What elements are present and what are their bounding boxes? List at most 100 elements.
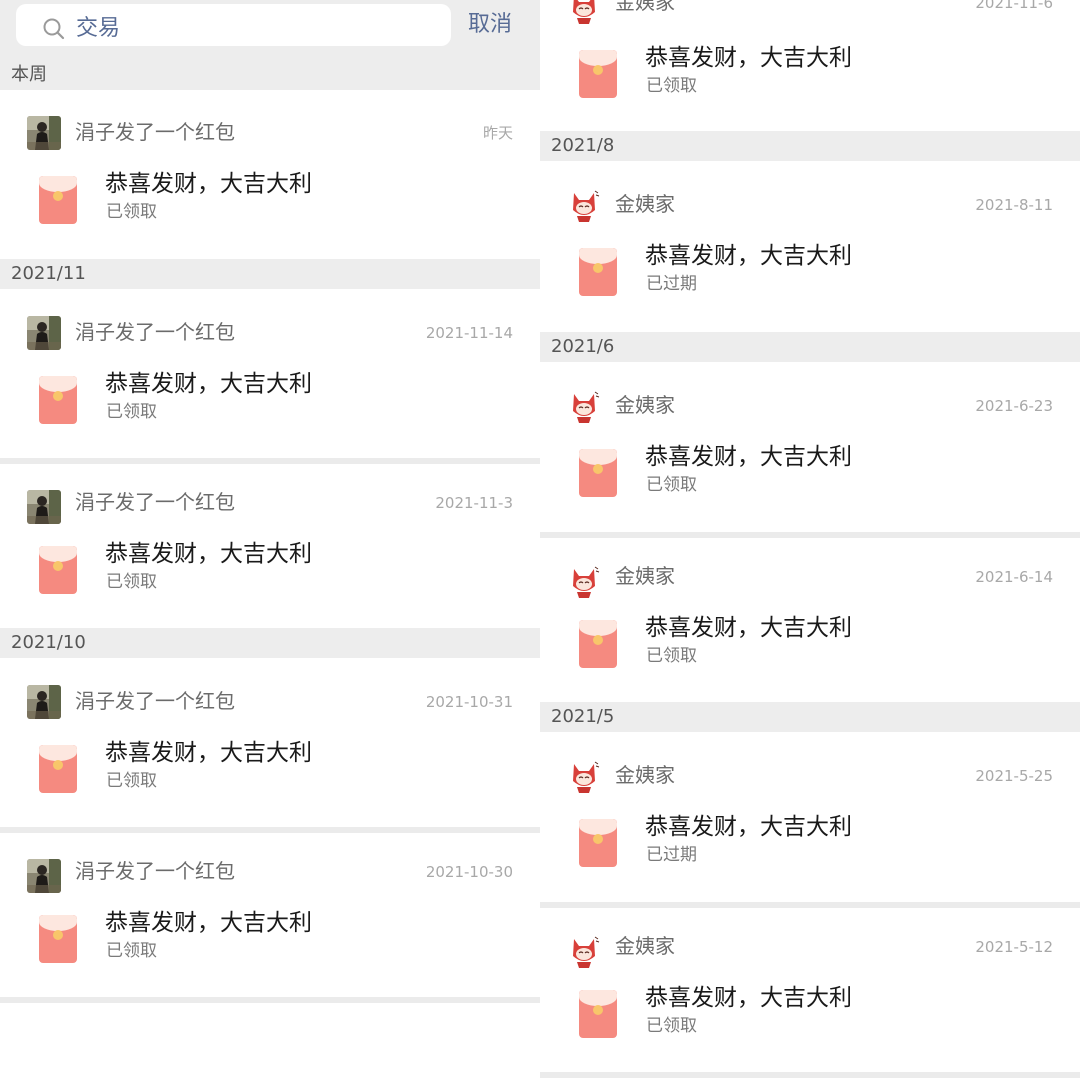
packet-message: 恭喜发财，大吉大利 [105, 541, 312, 567]
list-item[interactable]: 金姨家 2021-6-14 恭喜发财，大吉大利 已领取 [540, 538, 1080, 705]
packet-message: 恭喜发财，大吉大利 [105, 910, 312, 936]
sender-name: 金姨家 [615, 564, 675, 588]
avatar [567, 389, 601, 423]
packet-message: 恭喜发财，大吉大利 [645, 985, 852, 1011]
right-screenshot: 金姨家 2021-11-6 恭喜发财，大吉大利 已领取 2021/8 金姨家 2… [540, 0, 1080, 1079]
divider [540, 1072, 1080, 1078]
section-label: 2021/10 [11, 632, 86, 653]
avatar [567, 0, 601, 24]
list-item[interactable]: 金姨家 2021-6-23 恭喜发财，大吉大利 已领取 [540, 363, 1080, 530]
section-header: 2021/8 [540, 131, 1080, 161]
search-query: 交易 [76, 16, 121, 41]
entry-date: 2021-6-23 [975, 397, 1053, 415]
photo-avatar-icon [27, 490, 61, 524]
red-packet-icon [39, 176, 77, 224]
avatar [27, 685, 61, 719]
red-packet-icon [579, 990, 617, 1038]
left-screenshot: 交易 取消 本周 涓子发了一个红包 昨天 恭喜发财，大吉大利 已领取 2021/… [0, 0, 540, 1079]
red-packet-icon [579, 449, 617, 497]
sender-name: 金姨家 [615, 393, 675, 417]
entry-date: 2021-6-14 [975, 568, 1053, 586]
avatar [27, 116, 61, 150]
red-cat-avatar-icon [567, 0, 601, 24]
red-packet-icon [39, 376, 77, 424]
list-item[interactable]: 涓子发了一个红包 昨天 恭喜发财，大吉大利 已领取 [0, 90, 540, 257]
red-cat-avatar-icon [567, 188, 601, 222]
packet-status: 已领取 [106, 402, 157, 422]
search-icon [43, 18, 65, 40]
entry-date: 2021-11-6 [975, 0, 1053, 12]
list-item[interactable]: 金姨家 2021-8-11 恭喜发财，大吉大利 已过期 [540, 162, 1080, 329]
avatar [27, 316, 61, 350]
list-item[interactable]: 金姨家 2021-5-25 恭喜发财，大吉大利 已过期 [540, 733, 1080, 900]
entry-date: 2021-11-14 [425, 324, 513, 342]
red-cat-avatar-icon [567, 389, 601, 423]
packet-status: 已领取 [646, 1016, 697, 1036]
entry-date: 2021-5-12 [975, 938, 1053, 956]
packet-message: 恭喜发财，大吉大利 [105, 740, 312, 766]
sender-name: 金姨家 [615, 934, 675, 958]
section-header: 2021/6 [540, 332, 1080, 362]
list-item[interactable]: 涓子发了一个红包 2021-11-3 恭喜发财，大吉大利 已领取 [0, 464, 540, 631]
photo-avatar-icon [27, 316, 61, 350]
packet-status: 已领取 [106, 941, 157, 961]
packet-status: 已领取 [646, 646, 697, 666]
red-packet-icon [39, 915, 77, 963]
section-header: 2021/5 [540, 702, 1080, 732]
avatar [27, 859, 61, 893]
packet-status: 已领取 [646, 76, 697, 96]
sender-name: 涓子发了一个红包 [75, 689, 235, 713]
section-label: 2021/8 [551, 135, 615, 156]
avatar [567, 759, 601, 793]
red-cat-avatar-icon [567, 759, 601, 793]
section-label: 本周 [11, 64, 47, 85]
avatar [567, 188, 601, 222]
photo-avatar-icon [27, 116, 61, 150]
packet-message: 恭喜发财，大吉大利 [105, 371, 312, 397]
avatar [567, 564, 601, 598]
packet-status: 已领取 [106, 572, 157, 592]
sender-name: 涓子发了一个红包 [75, 120, 235, 144]
list-item[interactable]: 涓子发了一个红包 2021-11-14 恭喜发财，大吉大利 已领取 [0, 290, 540, 457]
red-packet-icon [579, 50, 617, 98]
entry-date: 2021-11-3 [435, 494, 513, 512]
packet-message: 恭喜发财，大吉大利 [645, 45, 852, 71]
packet-status: 已领取 [106, 771, 157, 791]
section-header: 2021/11 [0, 259, 540, 289]
sender-name: 涓子发了一个红包 [75, 490, 235, 514]
list-item[interactable]: 金姨家 2021-11-6 恭喜发财，大吉大利 已领取 [540, 0, 1080, 131]
red-packet-icon [579, 819, 617, 867]
cancel-button[interactable]: 取消 [468, 10, 512, 40]
entry-date: 2021-5-25 [975, 767, 1053, 785]
section-label: 2021/11 [11, 263, 86, 284]
red-packet-icon [39, 745, 77, 793]
avatar [567, 934, 601, 968]
packet-message: 恭喜发财，大吉大利 [645, 243, 852, 269]
sender-name: 涓子发了一个红包 [75, 320, 235, 344]
sender-name: 金姨家 [615, 192, 675, 216]
list-item[interactable]: 金姨家 2021-5-12 恭喜发财，大吉大利 已领取 [540, 908, 1080, 1075]
packet-status: 已过期 [646, 274, 697, 294]
search-input[interactable]: 交易 [16, 4, 451, 46]
section-header: 本周 [0, 60, 540, 90]
sender-name: 金姨家 [615, 0, 675, 14]
packet-status: 已领取 [646, 475, 697, 495]
sender-name: 金姨家 [615, 763, 675, 787]
red-packet-icon [579, 620, 617, 668]
entry-date: 2021-8-11 [975, 196, 1053, 214]
divider [0, 997, 540, 1003]
packet-message: 恭喜发财，大吉大利 [645, 615, 852, 641]
packet-message: 恭喜发财，大吉大利 [105, 171, 312, 197]
red-cat-avatar-icon [567, 564, 601, 598]
search-bar: 交易 取消 [0, 0, 540, 60]
list-item[interactable]: 涓子发了一个红包 2021-10-30 恭喜发财，大吉大利 已领取 [0, 833, 540, 1000]
photo-avatar-icon [27, 685, 61, 719]
entry-date: 昨天 [482, 124, 513, 142]
entry-date: 2021-10-31 [425, 693, 513, 711]
red-packet-icon [579, 248, 617, 296]
packet-message: 恭喜发财，大吉大利 [645, 814, 852, 840]
list-item[interactable]: 涓子发了一个红包 2021-10-31 恭喜发财，大吉大利 已领取 [0, 659, 540, 826]
sender-name: 涓子发了一个红包 [75, 859, 235, 883]
packet-message: 恭喜发财，大吉大利 [645, 444, 852, 470]
avatar [27, 490, 61, 524]
